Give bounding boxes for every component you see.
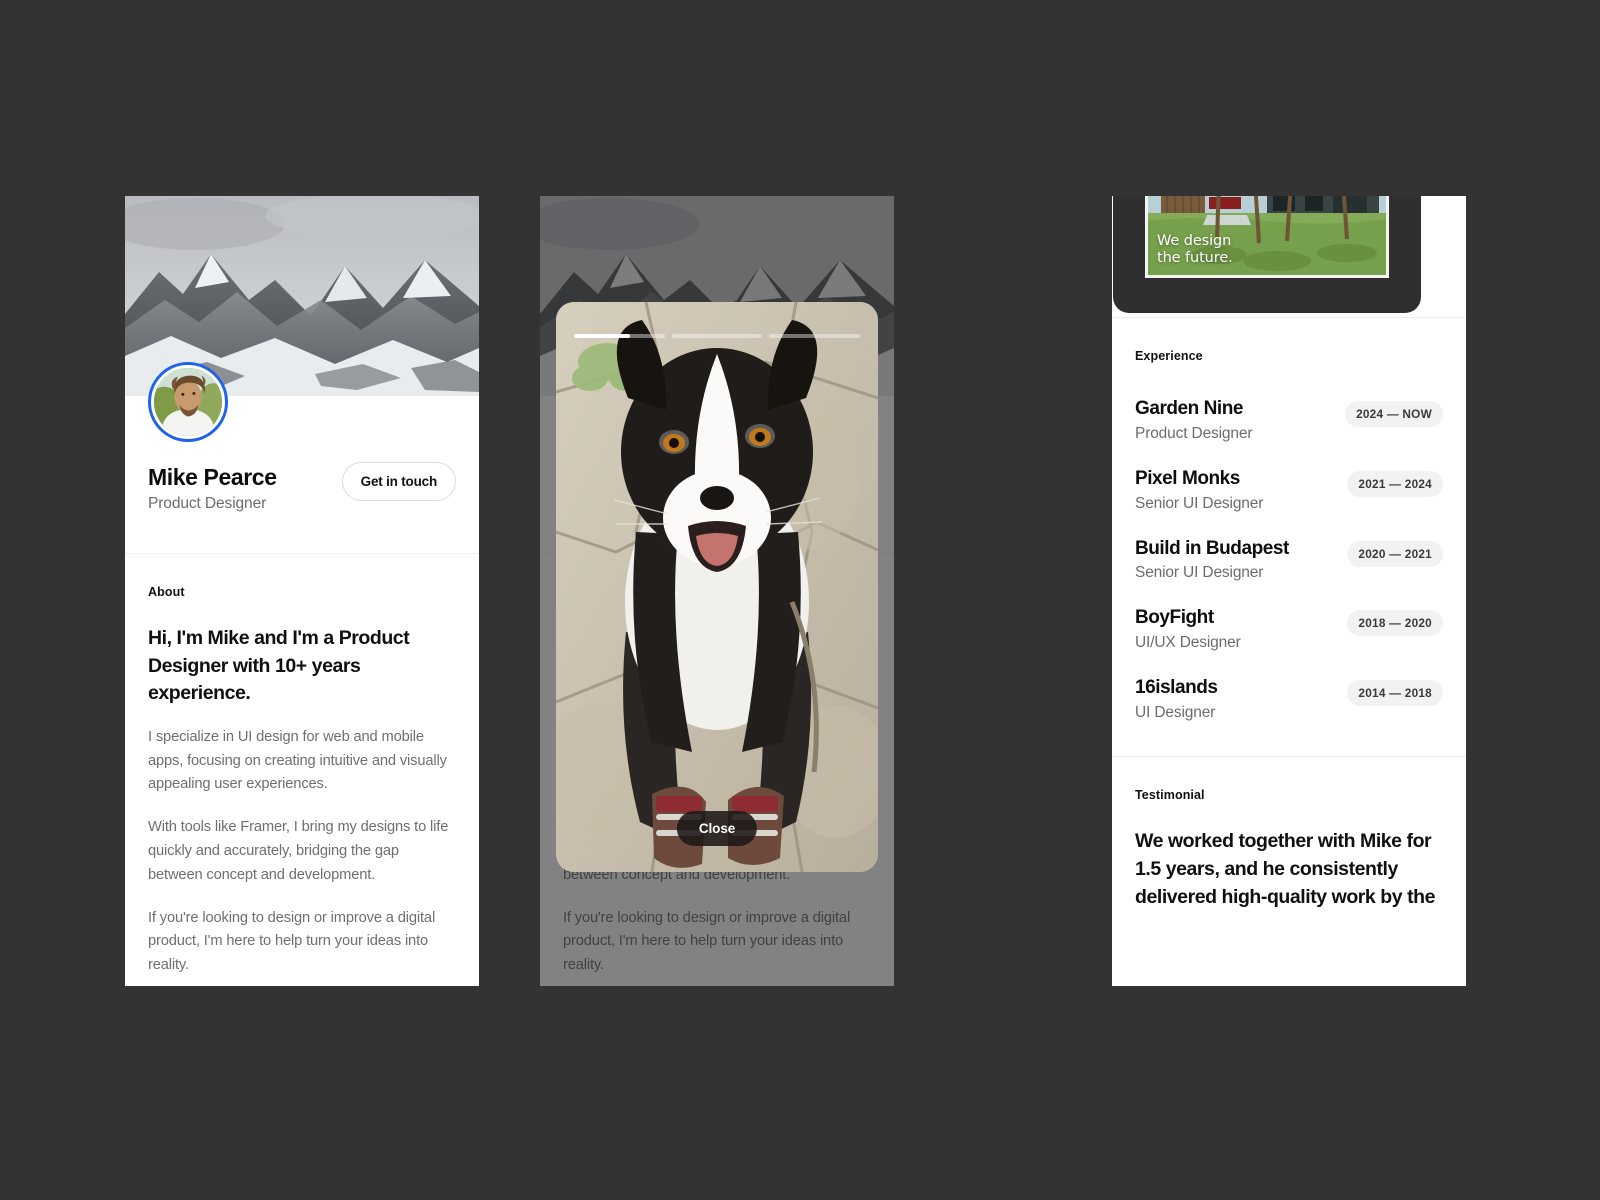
project-card-caption-line1: We design [1157, 232, 1232, 249]
testimonial-section: Testimonial We worked together with Mike… [1112, 757, 1466, 912]
project-card[interactable]: We design the future. [1113, 196, 1421, 313]
experience-role: Senior UI Designer [1135, 494, 1264, 512]
experience-row-text: BoyFight UI/UX Designer [1135, 607, 1241, 652]
avatar-image [154, 368, 222, 436]
experience-company: Build in Budapest [1135, 537, 1289, 559]
project-card-caption-line2: the future. [1157, 250, 1233, 267]
screenshot-stage: Mike Pearce Product Designer Get in touc… [0, 0, 1600, 1200]
close-button[interactable]: Close [676, 811, 758, 846]
testimonial-quote: We worked together with Mike for 1.5 yea… [1135, 829, 1436, 908]
progress-segment-3[interactable] [769, 334, 861, 338]
about-paragraph-3: If you're looking to design or improve a… [148, 909, 436, 974]
experience-row[interactable]: 16islands UI Designer 2014 — 2018 [1135, 664, 1443, 734]
get-in-touch-button[interactable]: Get in touch [341, 462, 456, 501]
experience-list: Garden Nine Product Designer 2024 — NOW Pix… [1135, 385, 1443, 734]
project-card-caption: We design the future. [1157, 233, 1233, 268]
page-title: Mike Pearce [148, 464, 277, 490]
experience-company: 16islands [1135, 677, 1218, 699]
profile-role: Product Designer [148, 495, 267, 513]
experience-company: Garden Nine [1135, 398, 1244, 419]
testimonial-label: Testimonial [1135, 787, 1205, 802]
about-section: About Hi, I'm Mike and I'm a Product Des… [125, 554, 479, 978]
experience-section: Experience Garden Nine Product Designer 20… [1112, 318, 1466, 734]
experience-label: Experience [1135, 349, 1203, 363]
avatar[interactable] [148, 362, 228, 442]
experience-row-text: 16islands UI Designer [1135, 677, 1218, 722]
about-lead: Hi, I'm Mike and I'm a Product Designer … [148, 627, 410, 704]
about-paragraph-1: I specialize in UI design for web and mo… [148, 728, 447, 793]
photo-viewer-image [556, 302, 878, 872]
experience-company: Pixel Monks [1135, 467, 1240, 489]
experience-period-badge: 2021 — 2024 [1347, 470, 1443, 497]
experience-company: BoyFight [1135, 607, 1214, 629]
project-card-media: We design the future. [1145, 196, 1389, 278]
profile-phone-frame: Mike Pearce Product Designer Get in touc… [125, 196, 479, 986]
experience-bottom-spacer [1112, 734, 1466, 756]
experience-role: Product Designer [1135, 424, 1253, 442]
experience-role: Senior UI Designer [1135, 564, 1264, 582]
experience-row[interactable]: Build in Budapest Senior UI Designer 2020 … [1135, 525, 1443, 595]
project-card-image: We design the future. [1148, 196, 1386, 275]
detail-phone-frame: We design the future. Experience Garden … [1112, 196, 1466, 986]
about-label: About [148, 585, 185, 600]
experience-period-badge: 2014 — 2018 [1347, 680, 1443, 707]
experience-row-text: Pixel Monks Senior UI Designer [1135, 468, 1263, 513]
story-progress [574, 334, 861, 338]
experience-row-text: Build in Budapest Senior UI Designer [1135, 538, 1289, 583]
experience-period-badge: 2018 — 2020 [1347, 610, 1443, 637]
experience-role: UI/UX Designer [1135, 634, 1241, 652]
photo-viewer: Close [556, 302, 878, 872]
experience-period-badge: 2020 — 2021 [1347, 540, 1443, 567]
progress-segment-2[interactable] [671, 334, 763, 338]
photo-viewer-phone-frame: Mike Pearce Product Designer Get in touc… [540, 196, 894, 986]
experience-row[interactable]: Garden Nine Product Designer 2024 — NOW [1135, 385, 1443, 455]
experience-row[interactable]: Pixel Monks Senior UI Designer 2021 — 2024 [1135, 455, 1443, 525]
experience-row-text: Garden Nine Product Designer [1135, 398, 1253, 443]
experience-period-badge: 2024 — NOW [1345, 401, 1443, 427]
experience-row[interactable]: BoyFight UI/UX Designer 2018 — 2020 [1135, 594, 1443, 664]
identity-text: Mike Pearce Product Designer [148, 462, 277, 513]
experience-role: UI Designer [1135, 703, 1216, 721]
progress-segment-1[interactable] [574, 334, 665, 338]
header-spacer [125, 513, 479, 553]
about-paragraph-2: With tools like Framer, I bring my desig… [148, 819, 449, 883]
